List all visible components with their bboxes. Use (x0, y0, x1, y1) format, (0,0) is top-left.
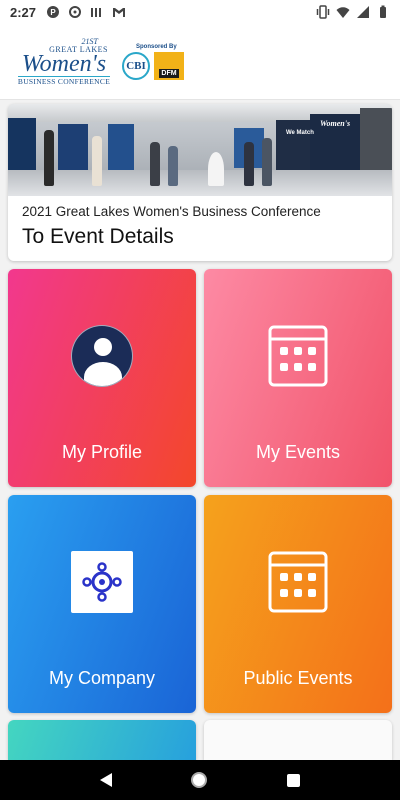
vibrate-icon (316, 5, 330, 19)
cbi-logo: CBI (122, 51, 150, 80)
conference-logo[interactable]: 21ST GREAT LAKES Women's BUSINESS CONFER… (14, 37, 114, 86)
signal-bars-icon (91, 8, 102, 17)
company-network-icon (71, 551, 133, 613)
dfm-logo: DFM (154, 51, 184, 80)
tile-my-events[interactable]: My Events (204, 269, 392, 487)
tile-label-my-company: My Company (48, 668, 156, 688)
event-title: 2021 Great Lakes Women's Business Confer… (22, 204, 321, 219)
tile-label-my-profile: My Profile (61, 442, 142, 462)
tile-my-company[interactable]: My Company (8, 495, 196, 713)
calendar-icon (268, 325, 328, 392)
tile-partial-left[interactable] (8, 720, 196, 760)
event-details-link[interactable]: To Event Details (22, 225, 378, 249)
sponsor-label: Sponsored By (136, 43, 177, 50)
sponsor-block: Sponsored By CBI DFM (122, 44, 184, 80)
wifi-icon (336, 7, 350, 18)
tile-public-events[interactable]: Public Events (204, 495, 392, 713)
banner-sign-2: Women's (320, 119, 351, 128)
user-avatar-icon (71, 325, 133, 387)
calendar-icon (268, 551, 328, 618)
back-button[interactable] (99, 773, 112, 787)
banner-sign-1: We Match (286, 130, 314, 136)
cell-signal-icon (357, 6, 369, 18)
recents-button[interactable] (287, 773, 301, 787)
event-banner-image: We Match Women's (8, 104, 392, 196)
app-notification-icon: P (47, 6, 60, 18)
settings-notification-icon (69, 6, 82, 18)
logo-line-3: Women's (21, 50, 107, 77)
dfm-logo-text: DFM (159, 68, 179, 78)
status-bar: 2:27 P (0, 0, 400, 24)
tile-partial-right[interactable] (204, 720, 392, 760)
event-card[interactable]: We Match Women's 2021 Great Lakes Women'… (8, 104, 392, 261)
status-time: 2:27 (10, 4, 37, 20)
logo-line-4: BUSINESS CONFERENCE (17, 75, 111, 86)
system-nav-bar (0, 760, 400, 800)
battery-icon (380, 5, 386, 18)
app-header: 21ST GREAT LAKES Women's BUSINESS CONFER… (0, 24, 400, 100)
home-button[interactable] (191, 772, 208, 788)
tile-my-profile[interactable]: My Profile (8, 269, 196, 487)
svg-text:P: P (50, 8, 56, 17)
tile-label-my-events: My Events (255, 442, 341, 462)
tile-label-public-events: Public Events (243, 668, 353, 688)
gmail-icon (113, 8, 126, 17)
